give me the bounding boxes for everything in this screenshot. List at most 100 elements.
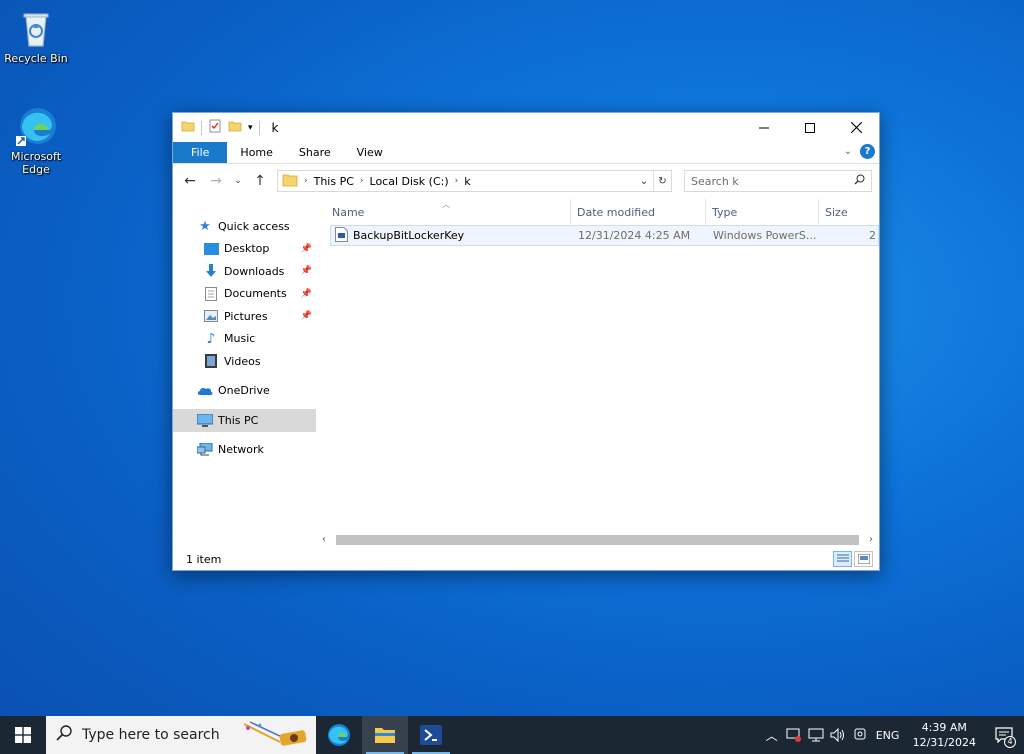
new-folder-icon[interactable] <box>228 119 242 136</box>
nav-downloads[interactable]: Downloads 📌 <box>173 260 316 283</box>
scroll-left-icon[interactable]: ‹ <box>316 534 332 545</box>
start-button[interactable] <box>0 716 46 754</box>
network-icon <box>197 443 213 457</box>
file-name: BackupBitLockerKey <box>353 229 465 242</box>
nav-label: Documents <box>224 287 287 301</box>
nav-videos[interactable]: Videos <box>173 350 316 373</box>
nav-label: OneDrive <box>218 384 270 398</box>
pin-icon[interactable]: 📌 <box>301 289 312 299</box>
tab-file[interactable]: File <box>173 142 228 163</box>
security-alert-icon[interactable] <box>783 728 805 742</box>
file-date-modified: 12/31/2024 4:25 AM <box>578 229 691 242</box>
scrollbar-thumb[interactable] <box>336 535 859 545</box>
powershell-icon <box>420 725 442 745</box>
taskbar-file-explorer-button[interactable] <box>362 716 408 754</box>
chevron-right-icon[interactable]: › <box>304 176 308 186</box>
file-list[interactable]: ︿ Name Date modified Type Size BackupBit… <box>316 199 879 548</box>
chevron-right-icon[interactable]: › <box>455 176 459 186</box>
sort-ascending-icon: ︿ <box>442 200 450 209</box>
breadcrumb-k[interactable]: k <box>464 175 470 188</box>
large-icons-view-button[interactable] <box>854 551 873 567</box>
speaker-volume-icon[interactable] <box>827 728 849 742</box>
nav-onedrive[interactable]: OneDrive <box>173 380 316 403</box>
file-explorer-window[interactable]: ▾ k File Home Share View ⌄ ? ← → ⌄ ↑ › T… <box>172 112 880 571</box>
nav-documents[interactable]: Documents 📌 <box>173 283 316 306</box>
expand-ribbon-icon[interactable]: ⌄ <box>844 146 852 157</box>
tab-view[interactable]: View <box>344 142 396 163</box>
tab-home[interactable]: Home <box>227 142 285 163</box>
title-bar[interactable]: ▾ k <box>173 113 879 142</box>
star-icon: ★ <box>199 218 211 234</box>
powershell-script-icon <box>335 226 348 245</box>
column-headers: ︿ Name Date modified Type Size <box>316 199 879 225</box>
help-icon[interactable]: ? <box>860 144 875 159</box>
download-arrow-icon <box>203 264 219 278</box>
nav-label: Desktop <box>224 242 270 256</box>
file-type: Windows PowerS... <box>713 229 817 242</box>
column-type[interactable]: Type <box>706 199 819 225</box>
details-view-button[interactable] <box>833 551 852 567</box>
taskbar-search-input[interactable]: Type here to search <box>82 727 220 743</box>
action-center-button[interactable]: 4 <box>984 716 1024 754</box>
horizontal-scrollbar[interactable]: ‹ › <box>316 531 879 548</box>
toolbar-divider <box>258 120 260 135</box>
up-button[interactable]: ↑ <box>249 170 271 192</box>
address-bar[interactable]: › This PC › Local Disk (C:) › k ⌄ ↻ <box>277 170 672 192</box>
forward-button[interactable]: → <box>205 170 227 192</box>
notification-badge: 4 <box>1004 736 1016 748</box>
nav-pictures[interactable]: Pictures 📌 <box>173 305 316 328</box>
clock[interactable]: 4:39 AM 12/31/2024 <box>905 720 984 750</box>
scroll-right-icon[interactable]: › <box>863 534 879 545</box>
item-count: 1 item <box>186 552 222 566</box>
pin-icon[interactable]: 📌 <box>301 244 312 254</box>
taskbar: Type here to search ︿ ENG 4:39 AM 12/31/… <box>0 716 1024 754</box>
video-icon <box>203 354 219 369</box>
desktop-icon <box>203 242 219 256</box>
nav-music[interactable]: ♪ Music <box>173 328 316 351</box>
window-title: k <box>271 120 279 135</box>
column-date-modified[interactable]: Date modified <box>571 199 706 225</box>
nav-label: This PC <box>218 413 259 427</box>
document-icon <box>203 286 219 301</box>
close-button[interactable] <box>833 113 879 142</box>
pin-icon[interactable]: 📌 <box>301 311 312 321</box>
back-button[interactable]: ← <box>179 170 201 192</box>
search-box[interactable]: Search k <box>684 170 872 192</box>
maximize-button[interactable] <box>787 113 833 142</box>
clock-time: 4:39 AM <box>921 721 967 734</box>
show-hidden-icons-chevron-icon[interactable]: ︿ <box>761 727 783 744</box>
recent-locations-button[interactable]: ⌄ <box>231 170 245 192</box>
chevron-right-icon[interactable]: › <box>360 176 364 186</box>
breadcrumb-local-disk[interactable]: Local Disk (C:) <box>370 175 449 188</box>
nav-desktop[interactable]: Desktop 📌 <box>173 238 316 261</box>
tab-share[interactable]: Share <box>286 142 344 163</box>
desktop-icon-label: Recycle Bin <box>4 52 68 65</box>
properties-icon[interactable] <box>208 119 222 136</box>
desktop-icon-recycle-bin[interactable]: Recycle Bin <box>0 6 72 65</box>
pin-icon[interactable]: 📌 <box>301 266 312 276</box>
address-dropdown-button[interactable]: ⌄ <box>635 171 653 191</box>
toolbar-divider <box>201 120 202 135</box>
taskbar-search-box[interactable]: Type here to search <box>46 716 316 754</box>
nav-label: Downloads <box>224 264 285 278</box>
meet-now-icon[interactable] <box>849 728 871 742</box>
column-size[interactable]: Size <box>819 199 879 225</box>
desktop-icon-microsoft-edge[interactable]: Microsoft Edge <box>0 104 72 176</box>
system-tray: ︿ ENG 4:39 AM 12/31/2024 4 <box>761 716 1024 754</box>
refresh-button[interactable]: ↻ <box>653 171 671 191</box>
table-row[interactable]: BackupBitLockerKey 12/31/2024 4:25 AM Wi… <box>330 225 879 246</box>
nav-this-pc[interactable]: This PC <box>173 409 316 432</box>
taskbar-edge-button[interactable] <box>316 716 362 754</box>
nav-quick-access[interactable]: ★ Quick access <box>173 215 316 238</box>
customize-toolbar-icon[interactable]: ▾ <box>248 123 253 133</box>
search-input[interactable]: Search k <box>691 175 739 188</box>
computer-icon <box>197 413 213 427</box>
network-status-icon[interactable] <box>805 728 827 742</box>
navigation-bar: ← → ⌄ ↑ › This PC › Local Disk (C:) › k … <box>173 164 879 198</box>
breadcrumb-this-pc[interactable]: This PC <box>314 175 354 188</box>
taskbar-powershell-button[interactable] <box>408 716 454 754</box>
nav-network[interactable]: Network <box>173 439 316 462</box>
navigation-pane: ★ Quick access Desktop 📌 Downloads 📌 Doc… <box>173 199 316 548</box>
minimize-button[interactable] <box>741 113 787 142</box>
input-language-indicator[interactable]: ENG <box>871 729 905 742</box>
